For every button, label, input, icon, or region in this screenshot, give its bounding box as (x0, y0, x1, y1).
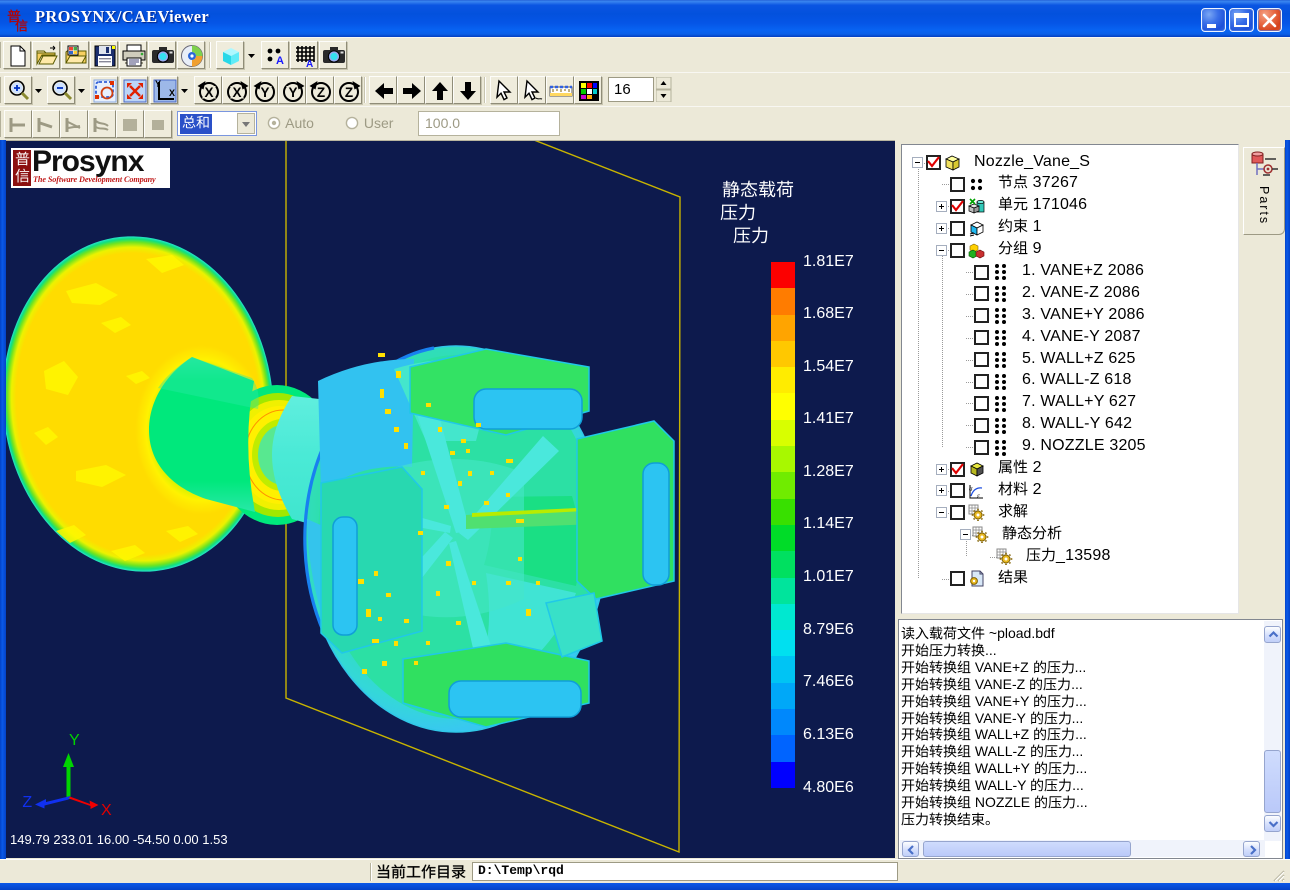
svg-text:X: X (101, 802, 112, 819)
svg-text:ε: ε (977, 492, 980, 500)
svg-text:X: X (204, 85, 213, 100)
svg-text:Z: Z (345, 85, 353, 100)
svg-text:X: X (232, 85, 241, 100)
svg-text:Y: Y (69, 732, 80, 749)
svg-text:Z: Z (22, 794, 32, 811)
svg-text:A: A (276, 55, 284, 67)
svg-text:X: X (169, 88, 175, 98)
svg-text:Z: Z (317, 85, 325, 100)
svg-text:A: A (306, 59, 313, 69)
svg-text:σ: σ (969, 485, 973, 493)
svg-text:Y: Y (260, 85, 269, 100)
svg-text:Y: Y (288, 85, 297, 100)
svg-text:Y: Y (155, 79, 161, 89)
